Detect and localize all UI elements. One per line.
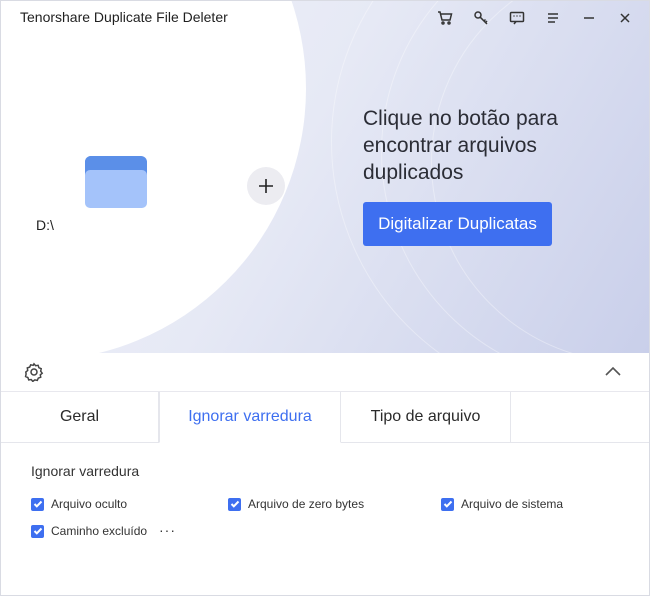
collapse-button[interactable] <box>604 364 622 378</box>
settings-button[interactable] <box>24 362 44 383</box>
cart-button[interactable] <box>429 7 461 29</box>
minimize-icon <box>584 17 594 19</box>
add-folder-button[interactable] <box>247 167 285 205</box>
titlebar-controls <box>429 7 641 29</box>
plus-icon <box>259 179 273 193</box>
menu-icon <box>548 13 558 23</box>
settings-tabs: Geral Ignorar varredura Tipo de arquivo <box>1 392 649 443</box>
option-hidden-file[interactable]: Arquivo oculto <box>31 497 127 511</box>
close-icon <box>620 13 630 23</box>
app-title: Tenorshare Duplicate File Deleter <box>20 9 228 25</box>
checkbox[interactable] <box>228 497 241 511</box>
app-window: Tenorshare Duplicate File Deleter D:\ Cl… <box>0 0 650 596</box>
hero-message: Clique no botão para encontrar arquivos … <box>363 107 558 184</box>
option-label: Caminho excluído <box>51 524 148 538</box>
check-icon <box>443 500 452 508</box>
tab-file-type[interactable]: Tipo de arquivo <box>341 392 511 442</box>
feedback-icon <box>509 11 525 25</box>
hero-panel: Tenorshare Duplicate File Deleter D:\ Cl… <box>1 1 649 353</box>
tab-general[interactable]: Geral <box>1 392 159 442</box>
option-label: Arquivo de sistema <box>461 497 564 511</box>
feedback-button[interactable] <box>501 7 533 29</box>
check-icon <box>33 527 42 535</box>
checkbox[interactable] <box>441 497 454 511</box>
key-icon <box>474 11 488 25</box>
folder-icon[interactable] <box>85 156 147 208</box>
register-key-button[interactable] <box>465 7 497 29</box>
checkbox[interactable] <box>31 524 44 538</box>
section-title: Ignorar varredura <box>31 463 140 479</box>
option-zero-byte-file[interactable]: Arquivo de zero bytes <box>228 497 364 511</box>
more-options-button[interactable]: ··· <box>159 523 176 537</box>
tab-ignore-scan[interactable]: Ignorar varredura <box>159 392 341 443</box>
gear-icon <box>24 362 44 383</box>
checkbox[interactable] <box>31 497 44 511</box>
close-button[interactable] <box>609 7 641 29</box>
option-system-file[interactable]: Arquivo de sistema <box>441 497 563 511</box>
scan-duplicates-button[interactable]: Digitalizar Duplicatas <box>363 202 552 246</box>
check-icon <box>230 500 239 508</box>
drive-label: D:\ <box>36 217 54 233</box>
option-excluded-path[interactable]: Caminho excluído <box>31 524 147 538</box>
minimize-button[interactable] <box>573 7 605 29</box>
settings-bar <box>1 353 649 392</box>
cart-icon <box>438 11 453 25</box>
menu-button[interactable] <box>537 7 569 29</box>
check-icon <box>33 500 42 508</box>
option-label: Arquivo oculto <box>51 497 128 511</box>
option-label: Arquivo de zero bytes <box>248 497 365 511</box>
chevron-up-icon <box>605 366 621 376</box>
